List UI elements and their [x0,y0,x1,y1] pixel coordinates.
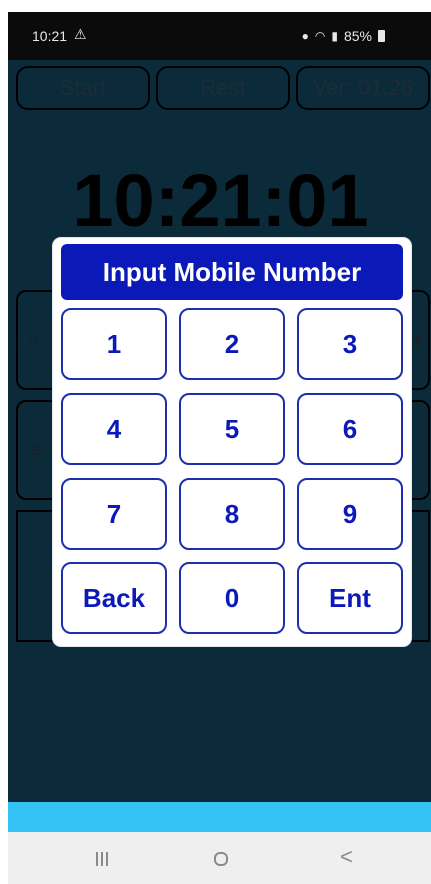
location-icon: ● [301,29,309,43]
partial-label-a: A [28,330,38,346]
camera-alert-icon: ⚠ [74,26,87,42]
battery-percent: 85% [343,28,372,44]
key-9[interactable]: 9 [297,478,403,550]
recent-apps-icon[interactable] [96,852,108,866]
input-mobile-number-dialog: Input Mobile Number 1 2 3 4 5 6 7 8 9 Ba… [53,238,411,646]
key-5[interactable]: 5 [179,393,285,465]
key-7[interactable]: 7 [61,478,167,550]
key-4[interactable]: 4 [61,393,167,465]
key-0[interactable]: 0 [179,562,285,634]
key-1[interactable]: 1 [61,308,167,380]
phone-screen: 10:21 ⚠ ● ◠ ▮ 85% Start Rest Ver: 01.26 … [8,12,431,884]
top-button-row: Start Rest Ver: 01.26 [16,66,431,112]
wifi-icon: ◠ [314,29,326,43]
version-button[interactable]: Ver: 01.26 [296,66,430,110]
signal-icon: ▮ [331,29,338,43]
status-time: 10:21 [32,28,68,44]
battery-icon [378,30,385,42]
partial-label-e: E [32,442,42,458]
accent-bar [8,802,431,832]
key-2[interactable]: 2 [179,308,285,380]
back-key[interactable]: Back [61,562,167,634]
enter-key[interactable]: Ent [297,562,403,634]
back-icon[interactable]: < [340,844,353,870]
key-8[interactable]: 8 [179,478,285,550]
start-button[interactable]: Start [16,66,150,110]
navigation-bar: < [8,832,431,884]
rest-button[interactable]: Rest [156,66,290,110]
home-icon[interactable] [214,852,228,866]
key-6[interactable]: 6 [297,393,403,465]
key-3[interactable]: 3 [297,308,403,380]
status-bar: 10:21 ⚠ ● ◠ ▮ 85% [8,12,431,60]
clock-display: 10:21:01 [72,159,369,242]
status-icons: ● ◠ ▮ 85% [302,28,385,44]
dialog-title: Input Mobile Number [61,244,403,300]
